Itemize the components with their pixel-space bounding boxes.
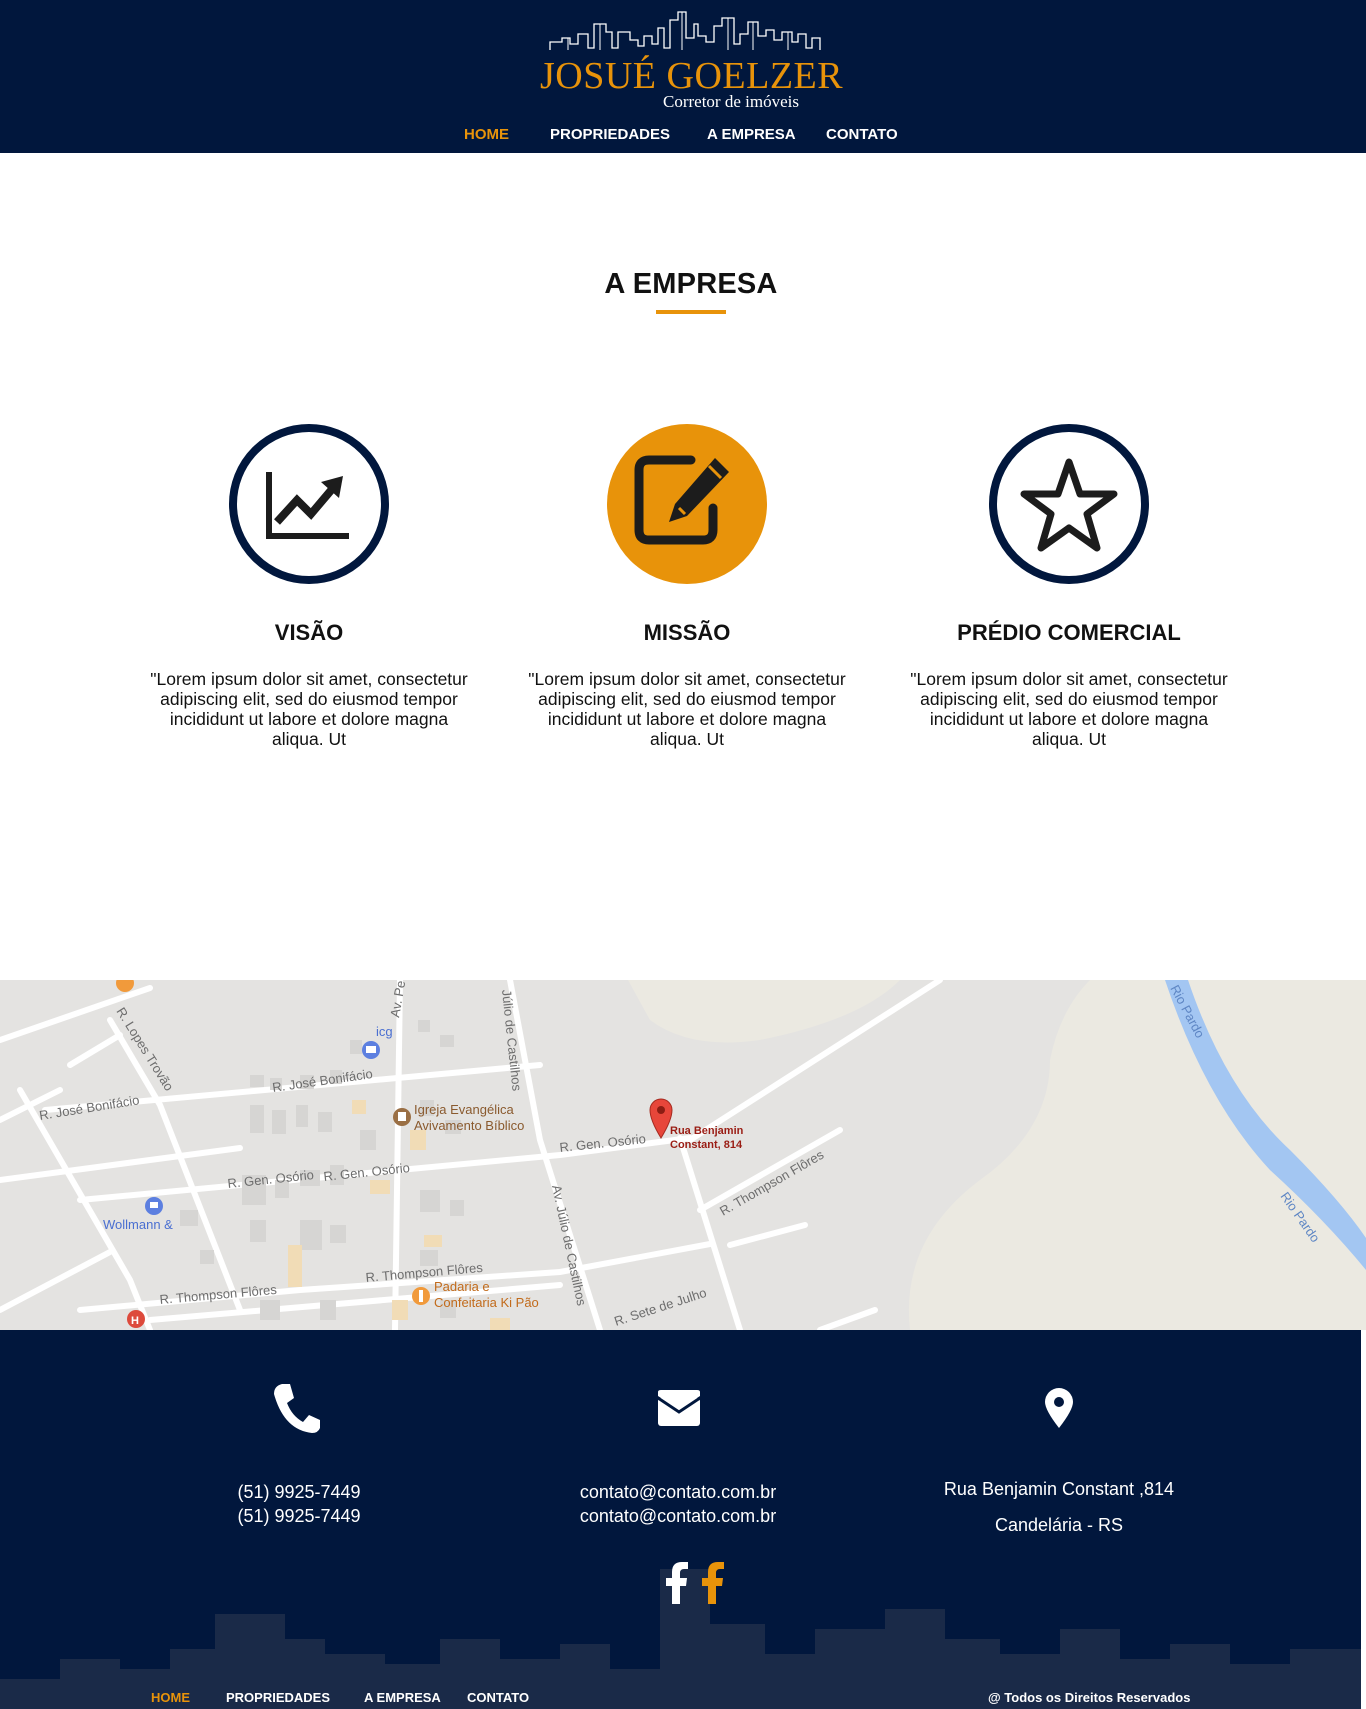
map-pin-icon	[1045, 1388, 1073, 1428]
map-place-label: Wollmann &	[103, 1217, 173, 1232]
map-street-label: R. Gen. Osório	[227, 1167, 315, 1191]
site-footer: (51) 9925-7449 (51) 9925-7449 contato@co…	[0, 1330, 1361, 1709]
main-nav: HOME PROPRIEDADES A EMPRESA CONTATO	[0, 126, 1366, 146]
email-address[interactable]: contato@contato.com.br	[528, 1506, 828, 1527]
feature-title: PRÉDIO COMERCIAL	[957, 620, 1181, 645]
address-city: Candelária - RS	[994, 1515, 1124, 1535]
phone-icon	[274, 1384, 320, 1433]
feature-text: "Lorem ipsum dolor sit amet, consectetur…	[150, 669, 468, 749]
nav-contato[interactable]: CONTATO	[826, 126, 898, 143]
site-header: JOSUÉ GOELZER Corretor de imóveis HOME P…	[0, 0, 1366, 153]
phone-number[interactable]: (51) 9925-7449	[149, 1506, 449, 1527]
svg-text:H: H	[131, 1315, 139, 1327]
email-address[interactable]: contato@contato.com.br	[528, 1482, 828, 1503]
footer-nav-contato[interactable]: CONTATO	[467, 1690, 529, 1705]
map-place-label: Avivamento Bíblico	[414, 1118, 524, 1133]
edit-pencil-icon	[634, 455, 729, 545]
facebook-icon	[702, 1562, 724, 1604]
map-street-label: R. Thompson Flôres	[717, 1147, 827, 1219]
facebook-icon	[666, 1562, 688, 1604]
title-underline	[656, 310, 726, 314]
skyline-logo-icon	[549, 11, 821, 50]
location-pin-icon[interactable]	[649, 1098, 673, 1139]
feature-icon-circle	[989, 424, 1149, 584]
feature-title: MISSÃO	[643, 620, 731, 645]
brand-logo[interactable]: JOSUÉ GOELZER Corretor de imóveis	[540, 4, 843, 112]
map-street-label: Av. Pe	[387, 980, 408, 1019]
brand-tagline: Corretor de imóveis	[663, 92, 799, 111]
section-title: A EMPRESA	[604, 268, 778, 300]
nav-home[interactable]: HOME	[464, 126, 509, 143]
feature-icon-circle	[229, 424, 389, 584]
copyright-text: @ Todos os Direitos Reservados	[988, 1690, 1191, 1705]
address-line: Rua Benjamin Constant ,814	[943, 1479, 1175, 1499]
map-marker-label: Rua Benjamin	[670, 1125, 744, 1137]
nav-a-empresa[interactable]: A EMPRESA	[707, 126, 796, 143]
feature-title: VISÃO	[274, 620, 344, 645]
map-street-label: R. José Bonifácio	[271, 1066, 373, 1095]
feature-text: "Lorem ipsum dolor sit amet, consectetur…	[528, 669, 846, 749]
map-street-label: R. Sete de Julho	[612, 1285, 708, 1329]
map-marker-label: Constant, 814	[670, 1139, 743, 1151]
footer-nav-a-empresa[interactable]: A EMPRESA	[364, 1690, 441, 1705]
chart-growth-icon	[266, 472, 349, 539]
map-street-label: R. José Bonifácio	[38, 1092, 140, 1123]
map-canvas: H R. Lopes Trovão R. José Bonifácio R. J…	[0, 980, 1366, 1330]
map-place-label: Igreja Evangélica	[414, 1102, 514, 1117]
phone-number[interactable]: (51) 9925-7449	[149, 1482, 449, 1503]
map-place-label: icg	[376, 1024, 393, 1039]
map-place-label: Padaria e	[434, 1279, 490, 1294]
location-map[interactable]: H R. Lopes Trovão R. José Bonifácio R. J…	[0, 980, 1366, 1330]
envelope-icon	[658, 1390, 700, 1426]
map-street-label: Av. Júlio de Castilhos	[549, 1184, 589, 1308]
facebook-link-white[interactable]	[664, 1562, 690, 1609]
feature-text: "Lorem ipsum dolor sit amet, consectetur…	[910, 669, 1228, 749]
map-place-label: Confeitaria Ki Pão	[434, 1295, 539, 1310]
footer-nav-home[interactable]: HOME	[151, 1690, 190, 1705]
facebook-link-orange[interactable]	[700, 1562, 726, 1609]
star-icon	[1020, 458, 1118, 552]
footer-nav-propriedades[interactable]: PROPRIEDADES	[226, 1690, 330, 1705]
feature-icon-circle	[607, 424, 767, 584]
nav-propriedades[interactable]: PROPRIEDADES	[550, 126, 670, 143]
